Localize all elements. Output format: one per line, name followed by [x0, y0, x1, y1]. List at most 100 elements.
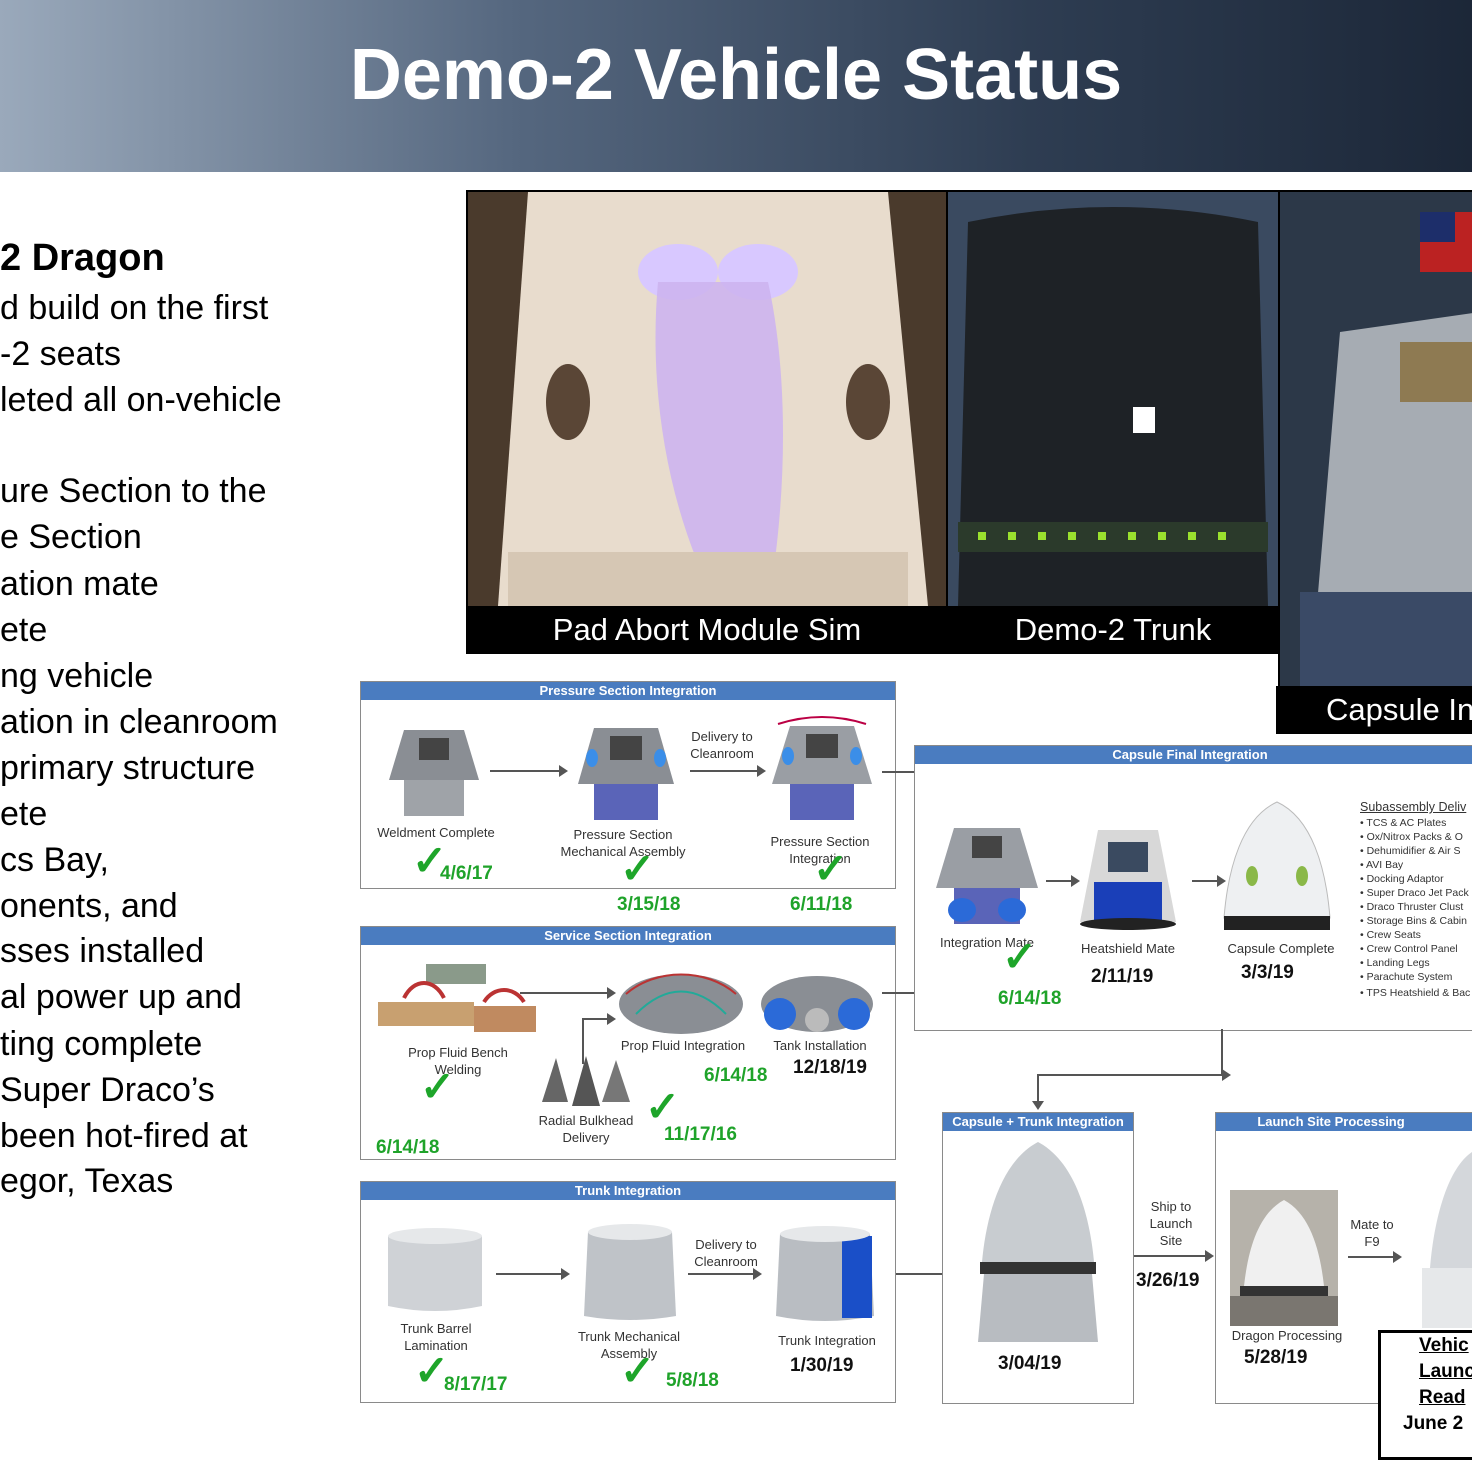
- check-icon: ✓: [813, 845, 849, 892]
- bullet-line: al power up and: [0, 978, 242, 1016]
- bulkhead-label: Radial Bulkhead Delivery: [538, 1113, 634, 1145]
- bullet-line: ation mate: [0, 565, 159, 603]
- tank-date: 12/18/19: [793, 1057, 867, 1078]
- integration-mate-icon: [936, 828, 1038, 924]
- trunk-integ-label: Trunk Integration: [778, 1333, 876, 1348]
- trunk-barrel-date: 8/17/17: [444, 1374, 508, 1395]
- check-icon: ✓: [645, 1083, 681, 1130]
- subassembly-item: • Crew Control Panel: [1360, 943, 1458, 955]
- flow-arrow: [688, 1268, 762, 1280]
- bullet-line: e Section: [0, 518, 142, 556]
- bullet-line: sses installed: [0, 932, 205, 970]
- bullet-line: cs Bay,: [0, 841, 109, 879]
- prop-bench-label: Prop Fluid Bench Welding: [408, 1045, 508, 1077]
- capsule-complete-label: Capsule Complete: [1227, 941, 1335, 956]
- heatshield-date: 2/11/19: [1091, 966, 1154, 987]
- ready-line-3: Read: [1419, 1387, 1466, 1408]
- flow-arrow: [490, 765, 568, 777]
- prop-fluid-icon: [619, 973, 743, 1034]
- vehicle-ready-box: Vehic Launc Read June 2: [1378, 1330, 1472, 1460]
- bullet-heading: 2 Dragon: [0, 237, 165, 279]
- pad-abort-caption: Pad Abort Module Sim: [466, 606, 948, 654]
- bullet-line: -2 seats: [0, 335, 121, 373]
- trunk-image: [948, 192, 1278, 606]
- connector-line: [1037, 1069, 1231, 1081]
- panel-title: Pressure Section Integration: [361, 682, 895, 700]
- trunk-photo: [946, 190, 1280, 608]
- trunk-barrel-icon: [388, 1228, 482, 1311]
- bullet-line: ation in cleanroom: [0, 703, 278, 741]
- flow-arrow: [496, 1268, 570, 1280]
- bullet-line: been hot-fired at: [0, 1117, 248, 1155]
- pad-abort-photo: [466, 190, 948, 608]
- trunk-integ-icon: [776, 1226, 874, 1321]
- dragon-processing-date: 5/28/19: [1244, 1347, 1308, 1368]
- bullet-line: primary structure: [0, 749, 256, 787]
- subassembly-item: • TCS & AC Plates: [1360, 817, 1447, 829]
- prop-bench-icon: [378, 964, 536, 1032]
- capsule-trunk-icon: [978, 1142, 1098, 1342]
- pressure-integ-date: 6/11/18: [790, 894, 853, 915]
- bullet-line: ure Section to the: [0, 472, 267, 510]
- subassembly-title: Subassembly Deliv: [1360, 800, 1467, 814]
- subassembly-item: • Draco Thruster Clust: [1360, 901, 1464, 913]
- weldment-capsule-icon: [389, 730, 479, 816]
- ready-date: June 2: [1403, 1413, 1464, 1434]
- capsule-trunk-date: 3/04/19: [998, 1353, 1062, 1374]
- prop-fluid-date: 6/14/18: [704, 1065, 768, 1086]
- bullet-line: ng vehicle: [0, 657, 154, 695]
- page-title: Demo-2 Vehicle Status: [349, 35, 1123, 115]
- delivery-label: Delivery to Cleanroom: [690, 729, 754, 761]
- ready-line-2: Launc: [1419, 1361, 1472, 1382]
- subassembly-item: • Docking Adaptor: [1360, 873, 1444, 885]
- bulkhead-icon: [542, 1056, 630, 1106]
- bullet-line: d build on the first: [0, 289, 269, 327]
- dragon-processing-label: Dragon Processing: [1231, 1328, 1343, 1343]
- falcon9-dragon-icon: [1422, 1152, 1472, 1328]
- prop-bench-date: 6/14/18: [376, 1137, 440, 1158]
- subassembly-item: • Landing Legs: [1360, 957, 1430, 969]
- flow-arrow: [1192, 875, 1226, 887]
- subassembly-item: • Parachute System: [1360, 971, 1453, 983]
- check-icon: ✓: [420, 1063, 456, 1110]
- capsule-image: [1280, 192, 1472, 688]
- pressure-mech-capsule-icon: [578, 728, 674, 820]
- weldment-date: 4/6/17: [440, 863, 493, 884]
- capsule-caption: Capsule In: [1276, 686, 1472, 734]
- bullet-line: ting complete: [0, 1025, 203, 1063]
- heatshield-label: Heatshield Mate: [1081, 941, 1175, 956]
- flow-arrow: [520, 987, 616, 999]
- capsule-complete-icon: [1223, 801, 1331, 930]
- panel-title: Service Section Integration: [361, 927, 895, 945]
- bullet-line: egor, Texas: [0, 1162, 174, 1200]
- flow-arrow: [582, 1013, 616, 1025]
- trunk-caption: Demo-2 Trunk: [946, 606, 1280, 654]
- flow-arrow: [1348, 1251, 1402, 1263]
- pad-abort-image: [468, 192, 946, 606]
- tank-icon: [761, 976, 873, 1032]
- capsule-complete-date: 3/3/19: [1241, 962, 1294, 983]
- bullet-line: Super Draco’s: [0, 1071, 215, 1109]
- subassembly-item: • AVI Bay: [1360, 859, 1404, 871]
- capsule-photo: [1278, 190, 1472, 690]
- ready-line-1: Vehic: [1419, 1335, 1469, 1356]
- trunk-mech-icon: [584, 1224, 676, 1320]
- flow-arrow: [690, 765, 766, 777]
- subassembly-item: • Crew Seats: [1360, 929, 1421, 941]
- trunk-integ-date: 1/30/19: [790, 1355, 854, 1376]
- heatshield-icon: [1080, 830, 1176, 930]
- ship-label: Ship to Launch Site: [1149, 1199, 1193, 1248]
- bullet-line: ete: [0, 795, 48, 833]
- dragon-processing-photo: [1230, 1190, 1338, 1326]
- ship-date: 3/26/19: [1136, 1270, 1200, 1291]
- prop-fluid-label: Prop Fluid Integration: [620, 1038, 746, 1053]
- connector-arrow: [1032, 1074, 1044, 1110]
- panel-title: Trunk Integration: [361, 1182, 895, 1200]
- bullet-line: ete: [0, 611, 48, 649]
- bullet-line: onents, and: [0, 887, 178, 925]
- bullet-line: leted all on-vehicle: [0, 381, 282, 419]
- subassembly-item: • Ox/Nitrox Packs & O: [1360, 831, 1463, 843]
- delivery-label: Delivery to Cleanroom: [694, 1237, 758, 1269]
- bulkhead-date: 11/17/16: [664, 1124, 737, 1145]
- subassembly-item: • TPS Heatshield & Bac: [1360, 987, 1471, 999]
